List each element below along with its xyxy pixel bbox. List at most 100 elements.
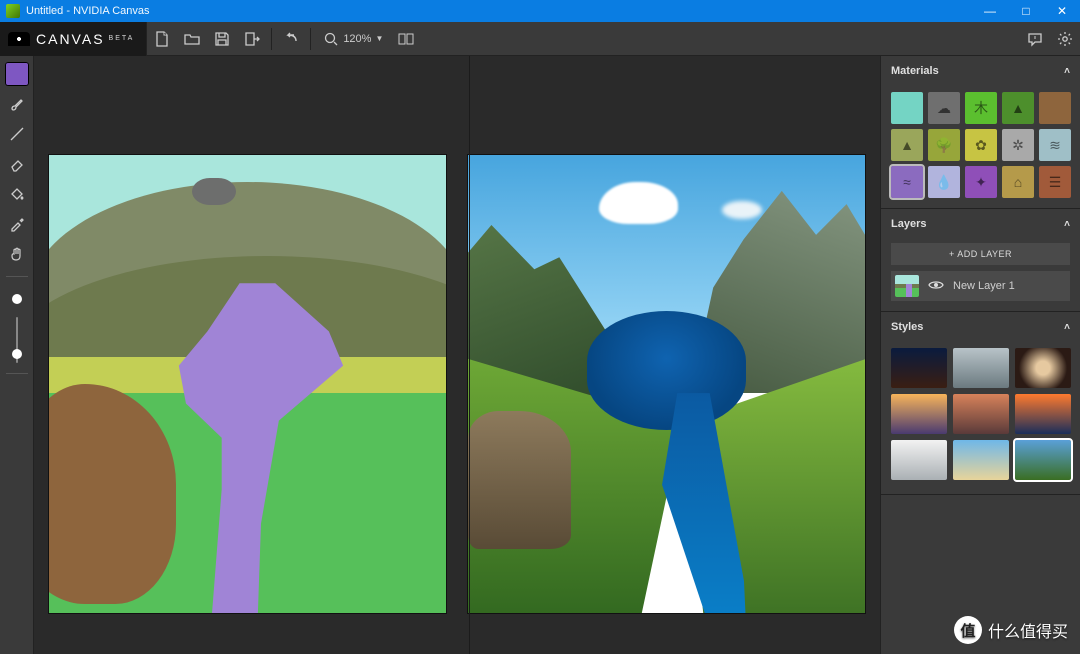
line-tool[interactable] (5, 122, 29, 146)
open-file-button[interactable] (177, 24, 207, 54)
save-button[interactable] (207, 24, 237, 54)
layout-split-icon (398, 31, 414, 47)
brand-beta-badge: BETA (109, 35, 135, 42)
eraser-icon (9, 156, 25, 172)
brush-icon (9, 96, 25, 112)
watermark-badge: 值 (954, 616, 982, 644)
layout-toggle-button[interactable] (391, 24, 421, 54)
materials-title: Materials (891, 65, 939, 77)
brush-size-slider[interactable] (16, 317, 18, 363)
add-layer-button[interactable]: + ADD LAYER (891, 243, 1070, 265)
search-icon (323, 31, 339, 47)
window-titlebar: Untitled - NVIDIA Canvas ― □ ✕ (0, 0, 1080, 22)
eyedropper-tool[interactable] (5, 212, 29, 236)
styles-panel: Styles ˄ (881, 312, 1080, 495)
material-dirt[interactable] (1039, 92, 1071, 124)
material-stars[interactable]: ✦ (965, 166, 997, 198)
slider-thumb[interactable] (12, 349, 22, 359)
material-fog[interactable]: ≋ (1039, 129, 1071, 161)
undo-button[interactable] (276, 24, 306, 54)
brush-dot-icon (12, 294, 22, 304)
app-toolbar: CANVAS BETA 120% ▼ (0, 22, 1080, 56)
out-cloud (722, 201, 762, 219)
chevron-down-icon: ▼ (375, 34, 383, 43)
chevron-up-icon: ˄ (1064, 66, 1070, 77)
window-minimize-button[interactable]: ― (972, 0, 1008, 22)
zoom-dropdown[interactable]: 120% ▼ (315, 31, 391, 47)
seg-cloud (192, 178, 236, 205)
output-canvas[interactable] (467, 154, 866, 614)
material-sand[interactable]: ⌂ (1002, 166, 1034, 198)
file-new-icon (154, 31, 170, 47)
export-icon (244, 31, 260, 47)
layers-header[interactable]: Layers ˄ (881, 209, 1080, 239)
material-hill[interactable]: ▲ (1002, 92, 1034, 124)
material-water[interactable]: ≈ (891, 166, 923, 198)
segmentation-canvas[interactable] (48, 154, 447, 614)
chevron-up-icon: ˄ (1064, 219, 1070, 230)
style-ocean-sunset[interactable] (1015, 394, 1071, 434)
feedback-button[interactable] (1020, 24, 1050, 54)
eraser-tool[interactable] (5, 152, 29, 176)
material-tree[interactable]: 🌳 (928, 129, 960, 161)
layer-row[interactable]: New Layer 1 (891, 271, 1070, 301)
bucket-icon (9, 186, 25, 202)
pan-tool[interactable] (5, 242, 29, 266)
window-close-button[interactable]: ✕ (1044, 0, 1080, 22)
material-bush[interactable]: ✿ (965, 129, 997, 161)
material-snow[interactable]: ✲ (1002, 129, 1034, 161)
pencil-icon (9, 126, 25, 142)
chevron-up-icon: ˄ (1064, 322, 1070, 333)
material-blob-tool[interactable] (5, 62, 29, 86)
eye-icon (928, 277, 944, 293)
material-sky[interactable] (891, 92, 923, 124)
out-cloud (599, 182, 678, 223)
watermark: 值 什么值得买 (954, 616, 1068, 644)
brush-tool[interactable] (5, 92, 29, 116)
material-grass[interactable]: ⽊ (965, 92, 997, 124)
material-cloud[interactable]: ☁ (928, 92, 960, 124)
style-sunset-coast[interactable] (891, 394, 947, 434)
tool-divider (6, 276, 28, 277)
folder-open-icon (184, 31, 200, 47)
styles-title: Styles (891, 321, 923, 333)
material-rock[interactable]: ☰ (1039, 166, 1071, 198)
zoom-value: 120% (343, 33, 371, 45)
style-cave-glow[interactable] (1015, 348, 1071, 388)
style-alpine-lake[interactable] (1015, 440, 1071, 480)
material-rain[interactable]: 💧 (928, 166, 960, 198)
nvidia-logo-icon (8, 32, 30, 46)
add-layer-label: + ADD LAYER (949, 249, 1012, 259)
layers-panel: Layers ˄ + ADD LAYER New Layer 1 (881, 209, 1080, 312)
style-snow-ridge[interactable] (891, 440, 947, 480)
material-mountain[interactable]: ▲ (891, 129, 923, 161)
save-icon (214, 31, 230, 47)
canvas-divider[interactable] (469, 56, 470, 654)
materials-grid: ☁⽊▲▲🌳✿✲≋≈💧✦⌂☰ (881, 86, 1080, 208)
undo-icon (283, 31, 299, 47)
gear-icon (1057, 31, 1073, 47)
settings-button[interactable] (1050, 24, 1080, 54)
window-maximize-button[interactable]: □ (1008, 0, 1044, 22)
materials-header[interactable]: Materials ˄ (881, 56, 1080, 86)
new-file-button[interactable] (147, 24, 177, 54)
export-button[interactable] (237, 24, 267, 54)
styles-header[interactable]: Styles ˄ (881, 312, 1080, 342)
app-icon (6, 4, 20, 18)
toolbar-separator (310, 28, 311, 50)
out-rock (468, 411, 571, 548)
left-toolbar (0, 56, 34, 654)
layer-name: New Layer 1 (953, 280, 1015, 292)
out-lake (587, 311, 746, 430)
style-overcast-peak[interactable] (953, 348, 1009, 388)
layer-visibility-toggle[interactable] (927, 277, 945, 296)
brand-chip: CANVAS BETA (0, 22, 147, 56)
layer-thumbnail (895, 275, 919, 297)
fill-tool[interactable] (5, 182, 29, 206)
canvas-workspace (34, 56, 880, 654)
toolbar-separator (271, 28, 272, 50)
style-beach-day[interactable] (953, 440, 1009, 480)
window-title: Untitled - NVIDIA Canvas (26, 5, 972, 17)
style-night-desert[interactable] (891, 348, 947, 388)
style-red-mountain[interactable] (953, 394, 1009, 434)
